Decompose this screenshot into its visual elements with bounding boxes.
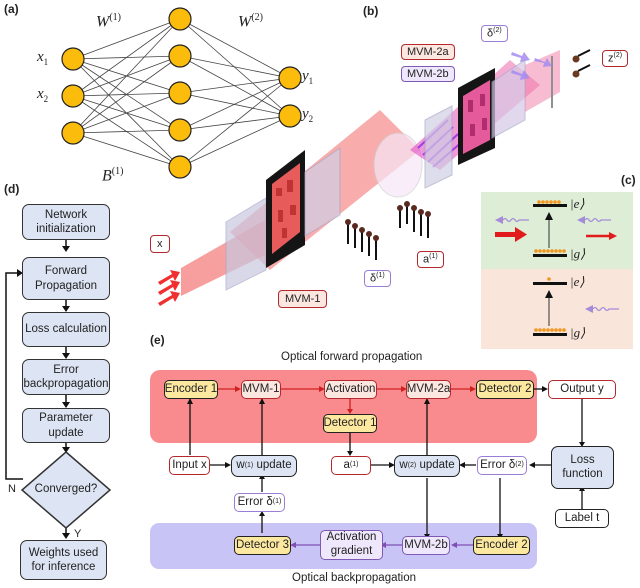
block-detector-1: Detector 1	[323, 414, 377, 433]
block-loss-function: Loss function	[551, 446, 614, 489]
block-error-delta2: Error δ (2)	[477, 456, 527, 475]
block-input-x: Input x	[169, 456, 210, 475]
block-activation-gradient: Activation gradient	[320, 530, 383, 560]
block-w1-update: w (1) update	[231, 455, 297, 477]
block-w2-update: w (2) update	[394, 455, 460, 477]
block-output-y: Output y	[548, 380, 616, 399]
block-encoder-2: Encoder 2	[473, 536, 530, 555]
block-detector-3: Detector 3	[234, 536, 291, 555]
block-label-t: Label t	[555, 509, 609, 528]
block-mvm-2a: MVM-2a	[406, 380, 451, 399]
block-activation: Activation	[324, 380, 377, 399]
block-error-delta1: Error δ (1)	[234, 493, 285, 512]
block-mvm-2b: MVM-2b	[402, 536, 450, 555]
block-mvm-1: MVM-1	[241, 380, 281, 399]
block-detector-2: Detector 2	[476, 380, 534, 399]
block-a1: a (1)	[331, 456, 371, 475]
block-encoder-1: Encoder 1	[164, 380, 218, 399]
block-diagram-connectors	[187, 386, 585, 548]
